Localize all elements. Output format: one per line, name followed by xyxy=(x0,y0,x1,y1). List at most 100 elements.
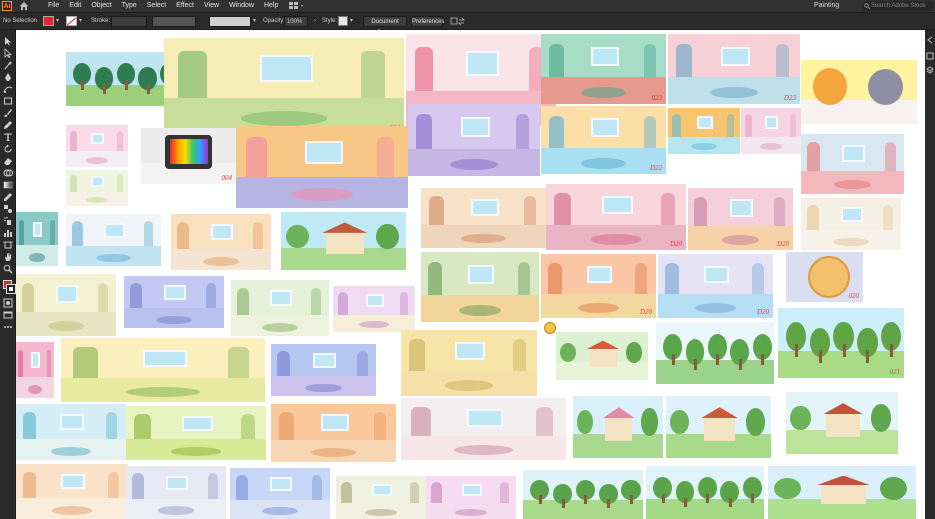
chevron-down-icon[interactable]: ▾ xyxy=(56,16,59,27)
artboard-thumbnail[interactable] xyxy=(523,470,643,519)
artboard-thumbnail[interactable]: D20 xyxy=(688,188,793,250)
artboard-thumbnail[interactable]: D23 xyxy=(668,34,800,104)
artboard-thumbnail[interactable] xyxy=(336,476,426,519)
artboard-thumbnail[interactable] xyxy=(16,342,54,398)
artboard-thumbnail[interactable] xyxy=(426,476,516,519)
artboard-thumbnail[interactable] xyxy=(16,464,128,519)
artboard-thumbnail[interactable] xyxy=(656,322,774,384)
paintbrush-tool-icon[interactable] xyxy=(3,108,13,118)
magic-wand-icon[interactable] xyxy=(3,60,13,70)
artboard-thumbnail[interactable] xyxy=(16,212,58,266)
hand-tool-icon[interactable] xyxy=(3,252,13,262)
chevron-down-icon[interactable]: ▾ xyxy=(79,16,82,27)
artboard-thumbnail[interactable] xyxy=(666,396,771,458)
draw-mode-icon[interactable] xyxy=(3,298,13,308)
symbol-sprayer-tool-icon[interactable] xyxy=(3,216,13,226)
artboard-thumbnail[interactable] xyxy=(126,406,266,460)
layers-panel-icon[interactable] xyxy=(926,66,934,74)
artboard-thumbnail[interactable] xyxy=(768,466,916,519)
artboard-thumbnail[interactable] xyxy=(16,274,116,336)
artboard-thumbnail[interactable] xyxy=(668,108,740,154)
artboard-thumbnail[interactable] xyxy=(421,188,546,248)
artboard-thumbnail[interactable]: 020 xyxy=(786,252,863,302)
menu-type[interactable]: Type xyxy=(117,0,142,12)
artboard-thumbnail[interactable] xyxy=(573,396,663,458)
artboard-thumbnail[interactable] xyxy=(231,280,329,336)
stroke-weight-field[interactable] xyxy=(111,16,147,27)
artboard-thumbnail[interactable] xyxy=(741,108,801,154)
eraser-tool-icon[interactable] xyxy=(3,156,13,166)
stroke-color-swatch[interactable] xyxy=(6,284,16,294)
transform-icon[interactable] xyxy=(450,16,466,27)
artboard-thumbnail[interactable] xyxy=(401,398,566,460)
brush-definition[interactable] xyxy=(209,16,251,27)
artboard-tool-icon[interactable] xyxy=(3,240,13,250)
artboard-thumbnail[interactable]: 021 xyxy=(778,308,904,378)
artboard-thumbnail[interactable] xyxy=(281,212,406,270)
curvature-tool-icon[interactable] xyxy=(3,84,13,94)
artboard-thumbnail[interactable] xyxy=(126,466,226,519)
artboard-thumbnail[interactable] xyxy=(786,392,898,454)
pencil-tool-icon[interactable] xyxy=(3,120,13,130)
artboard-thumbnail[interactable] xyxy=(801,134,904,194)
properties-panel-icon[interactable] xyxy=(926,52,934,60)
workspace-switcher[interactable]: Painting xyxy=(814,1,852,11)
graphic-style-swatch[interactable] xyxy=(338,16,348,26)
artboard-thumbnail[interactable] xyxy=(556,332,648,380)
artboard-thumbnail[interactable] xyxy=(171,214,271,270)
artboard-thumbnail[interactable]: D22 xyxy=(541,106,666,174)
pen-tool-icon[interactable] xyxy=(3,72,13,82)
artboard-thumbnail[interactable] xyxy=(66,125,128,167)
artboard-thumbnail[interactable]: D20 xyxy=(658,254,773,318)
fill-swatch[interactable] xyxy=(43,16,54,26)
artboard-thumbnail[interactable] xyxy=(408,104,540,176)
artboard-thumbnail[interactable]: 004 xyxy=(141,128,236,184)
artboard-thumbnail[interactable]: 023 xyxy=(541,34,666,104)
menu-edit[interactable]: Edit xyxy=(64,0,86,12)
artboard-thumbnail[interactable] xyxy=(66,214,161,266)
artboard-thumbnail[interactable] xyxy=(646,466,764,519)
menu-help[interactable]: Help xyxy=(259,0,283,12)
artboard-thumbnail[interactable] xyxy=(401,330,537,396)
artboard-thumbnail[interactable]: D20 xyxy=(546,184,686,250)
zoom-tool-icon[interactable] xyxy=(3,264,13,274)
artboard-thumbnail[interactable] xyxy=(801,60,917,124)
direct-selection-tool-icon[interactable] xyxy=(3,48,13,58)
collapse-panels-icon[interactable] xyxy=(926,36,934,44)
artboard-thumbnail[interactable]: 006 xyxy=(164,38,404,134)
change-screen-mode-icon[interactable] xyxy=(3,310,13,320)
stock-search-input[interactable]: Search Adobe Stock xyxy=(862,1,934,11)
opacity-field[interactable]: 100% xyxy=(284,16,308,27)
artboard-thumbnail[interactable] xyxy=(66,170,128,206)
gradient-tool-icon[interactable] xyxy=(3,180,13,190)
edit-toolbar-icon[interactable] xyxy=(3,322,13,332)
eyedropper-tool-icon[interactable] xyxy=(3,192,13,202)
stroke-swatch[interactable] xyxy=(66,16,77,26)
variable-width-profile[interactable] xyxy=(152,16,196,27)
blend-tool-icon[interactable] xyxy=(3,204,13,214)
menu-select[interactable]: Select xyxy=(142,0,171,12)
artboard-thumbnail[interactable] xyxy=(124,276,224,328)
chevron-right-icon[interactable]: › xyxy=(314,16,316,27)
menu-object[interactable]: Object xyxy=(86,0,116,12)
home-icon[interactable] xyxy=(19,1,29,11)
chevron-down-icon[interactable]: ▾ xyxy=(350,16,353,27)
artboard-thumbnail[interactable] xyxy=(236,126,408,208)
artboard-thumbnail[interactable] xyxy=(271,344,376,396)
artboard-thumbnail[interactable] xyxy=(333,286,415,332)
artboard-thumbnail[interactable] xyxy=(16,404,126,460)
rotate-tool-icon[interactable] xyxy=(3,144,13,154)
menu-view[interactable]: View xyxy=(199,0,224,12)
artboard-thumbnail[interactable] xyxy=(421,252,539,322)
artboard-thumbnail[interactable] xyxy=(230,468,330,519)
selection-tool-icon[interactable] xyxy=(3,36,13,46)
column-graph-tool-icon[interactable] xyxy=(3,228,13,238)
artboard-thumbnail[interactable]: D20 xyxy=(541,254,656,318)
chevron-down-icon[interactable]: ▾ xyxy=(253,16,256,27)
type-tool-icon[interactable] xyxy=(3,132,13,142)
canvas[interactable]: 006 023 D23 004 D22 D20 D20 D20 D20 020 021 xyxy=(16,30,925,519)
document-setup-button[interactable]: Document Setup xyxy=(363,16,407,36)
menu-window[interactable]: Window xyxy=(224,0,259,12)
artboard-thumbnail[interactable] xyxy=(271,404,396,462)
artboard-thumbnail[interactable] xyxy=(801,198,901,250)
